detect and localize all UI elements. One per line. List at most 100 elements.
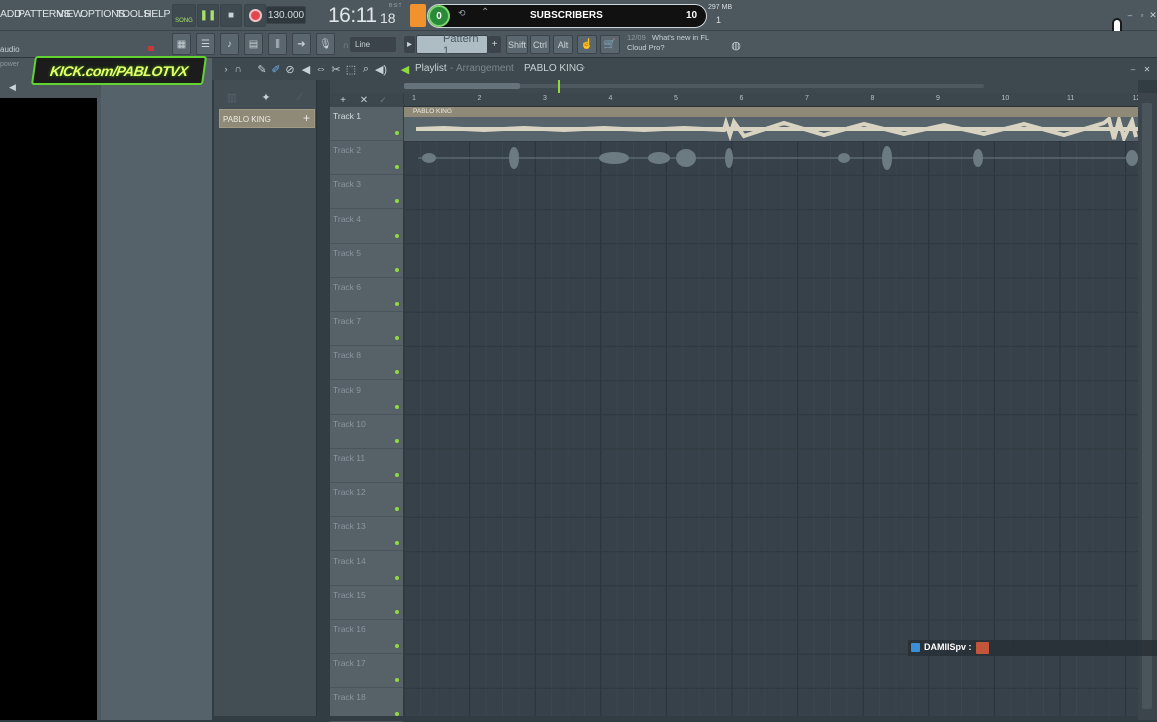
piano-roll-icon[interactable]: ♪ [220, 33, 239, 55]
record-button[interactable] [244, 4, 266, 27]
track-header[interactable]: Track 11 [330, 449, 403, 483]
plugin-icon[interactable]: ➜ [292, 33, 311, 55]
track-name: Track 12 [333, 487, 366, 498]
shop-icon[interactable]: 🛒 [600, 35, 620, 54]
track-active-led[interactable] [395, 131, 399, 135]
picker-add-icon[interactable]: + [303, 111, 310, 125]
track-header[interactable]: Track 3 [330, 175, 403, 210]
pattern-prev-icon[interactable]: ▸ [404, 36, 415, 53]
picker-automation-icon[interactable]: ⁄ [292, 89, 308, 105]
track-header[interactable]: Track 13 [330, 517, 403, 552]
track-active-led[interactable] [395, 678, 399, 683]
close-icon[interactable]: ✕ [1145, 7, 1157, 23]
audio-clip[interactable]: PABLO KING [404, 107, 1138, 141]
tempo-display[interactable]: 130.000 [266, 6, 306, 24]
browser-gap [101, 58, 212, 720]
touch-icon[interactable]: ☝ [577, 35, 597, 54]
playlist-close-icon[interactable]: ✕ [1139, 61, 1155, 77]
select-tool-icon[interactable]: ⬚ [343, 61, 359, 77]
track-active-led[interactable] [395, 507, 399, 512]
remove-track-icon[interactable]: ✕ [356, 92, 372, 108]
ctrl-button[interactable]: Ctrl [530, 35, 550, 54]
slip-tool-icon[interactable]: ⇔ [313, 61, 329, 77]
delete-tool-icon[interactable]: ⊘ [282, 61, 298, 77]
playlist-subtitle: Arrangement [456, 63, 514, 74]
shift-button[interactable]: Shift [506, 35, 528, 54]
slice-tool-icon[interactable]: ✂ [328, 61, 344, 77]
track-header[interactable]: Track 9 [330, 381, 403, 415]
track-header[interactable]: Track 14 [330, 552, 403, 586]
track-active-led[interactable] [395, 370, 399, 375]
menu-view[interactable]: VIEW [57, 8, 83, 20]
mute-tool-icon[interactable]: ◀ [298, 61, 314, 77]
track-name: Track 17 [333, 658, 366, 669]
track-active-led[interactable] [395, 267, 399, 272]
track2-waveform [418, 146, 1138, 170]
browser-icon[interactable]: ▤ [244, 33, 263, 55]
track-header[interactable]: Track 10 [330, 415, 403, 449]
track-active-led[interactable] [395, 609, 399, 614]
track-active-led[interactable] [395, 712, 399, 717]
menu-help[interactable]: HELP [144, 8, 171, 20]
arrangement-grid[interactable]: PABLO KING [404, 107, 1138, 716]
track-active-led[interactable] [395, 302, 399, 306]
zoom-tool-icon[interactable]: ⌕ [358, 61, 374, 77]
track-header[interactable]: Track 12 [330, 483, 403, 518]
alt-button[interactable]: Alt [553, 35, 573, 54]
track-header[interactable]: Track 16 [330, 620, 403, 654]
track-header[interactable]: Track 8 [330, 346, 403, 381]
check-icon[interactable]: ✓ [375, 92, 391, 108]
picker-patterns-icon[interactable]: ▥ [224, 89, 240, 105]
picker-panel: ▥ ✦ ⁄ PABLO KING + [214, 80, 317, 716]
add-pattern-icon[interactable]: + [488, 36, 501, 53]
track-header[interactable]: Track 5 [330, 244, 403, 278]
typing-keyboard-icon[interactable] [410, 4, 426, 27]
news-panel[interactable]: 12/09 What's new in FL Cloud Pro? [627, 33, 737, 57]
pattern-value: Pattern 1 [443, 32, 479, 57]
track-active-led[interactable] [395, 233, 399, 238]
track-active-led[interactable] [395, 644, 399, 648]
snap-select[interactable]: Line [350, 37, 396, 52]
track-header[interactable]: Track 1 [330, 107, 403, 141]
track-active-led[interactable] [395, 438, 399, 443]
playlist-menu-icon[interactable]: ◀ [397, 61, 413, 77]
memory-display: 297 MB 1 [708, 3, 736, 27]
picker-item[interactable]: PABLO KING + [219, 109, 315, 128]
track-header[interactable]: Track 15 [330, 586, 403, 620]
track-header[interactable]: Track 4 [330, 210, 403, 244]
track-active-led[interactable] [395, 199, 399, 204]
song-mode-button[interactable]: SONG [172, 4, 196, 27]
speaker-icon[interactable]: ◀ [9, 82, 16, 93]
scrollbar-thumb[interactable] [404, 83, 520, 89]
playback-tool-icon[interactable]: ◀) [373, 61, 389, 77]
add-track-icon[interactable]: + [335, 92, 351, 108]
track-active-led[interactable] [395, 473, 399, 477]
song-label: SONG [175, 17, 193, 24]
track-active-led[interactable] [395, 404, 399, 409]
pattern-arrow-icon[interactable]: › [582, 62, 585, 72]
track-header[interactable]: Track 6 [330, 278, 403, 312]
pause-icon[interactable]: ❚❚ [197, 4, 219, 27]
track-active-led[interactable] [395, 336, 399, 341]
vertical-scrollbar[interactable] [1138, 93, 1157, 720]
pattern-selector[interactable]: Pattern 1 [416, 32, 488, 57]
audio-label: audio [0, 45, 20, 54]
clip-waveform [415, 117, 1138, 141]
stop-icon[interactable]: ■ [220, 4, 242, 27]
picker-audio-icon[interactable]: ✦ [258, 89, 274, 105]
snap-magnet-icon[interactable]: ∩ [230, 61, 246, 77]
track-header[interactable]: Track 7 [330, 312, 403, 347]
track-active-led[interactable] [395, 541, 399, 546]
track-header[interactable]: Track 2 [330, 141, 403, 176]
microphone-icon[interactable]: 🎙 [316, 33, 335, 55]
timeline-ruler[interactable]: 1 2 3 4 5 6 7 8 9 10 11 12 [404, 93, 1140, 107]
playlist-view-icon[interactable]: ▦ [172, 33, 191, 55]
track-header[interactable]: Track 17 [330, 654, 403, 689]
vertical-scrollbar-thumb[interactable] [1142, 103, 1152, 709]
channel-rack-icon[interactable]: ☰ [196, 33, 215, 55]
mixer-icon[interactable]: ⫼ [268, 33, 287, 55]
track-active-led[interactable] [395, 575, 399, 580]
track-active-led[interactable] [395, 165, 399, 170]
globe-icon[interactable]: ◍ [728, 37, 744, 53]
track-header[interactable]: Track 18 [330, 688, 403, 722]
